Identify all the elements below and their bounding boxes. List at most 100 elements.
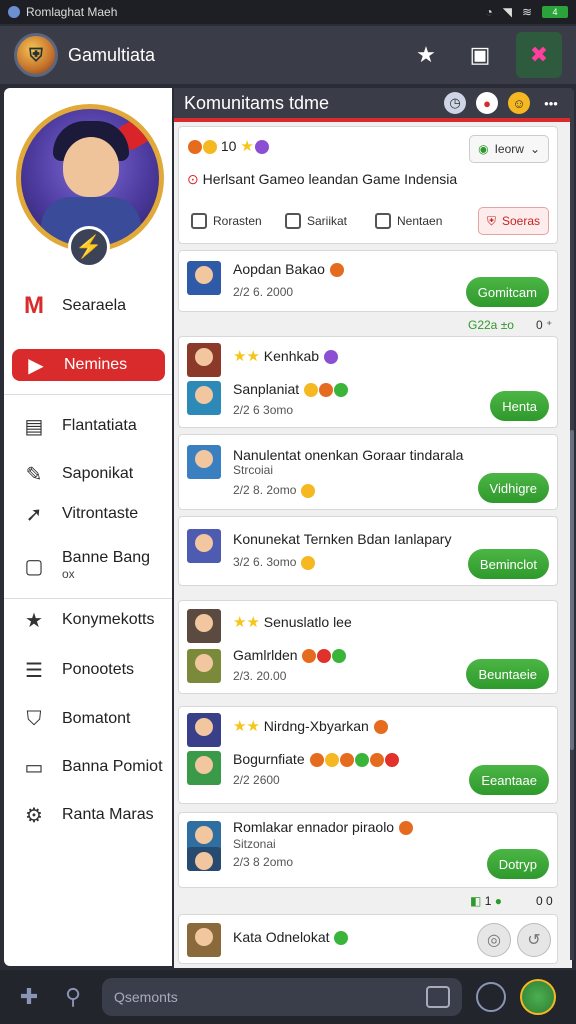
filter-icon: ◉ (478, 142, 489, 156)
sidebar-divider (4, 598, 172, 599)
filter-label: Ieorw (494, 142, 524, 156)
shield-icon: ⛨ (486, 213, 496, 228)
gear-icon: ⚙ (25, 804, 43, 827)
post-subtitle: Bogurnfiate (233, 751, 399, 768)
pokeball-icon[interactable]: ● (476, 92, 498, 114)
post-card[interactable]: Kata Odnelokat ◎ ↺ (178, 914, 558, 964)
sidebar-item-label: Vitrontaste (62, 505, 139, 522)
post-title: Aopdan Bakao (233, 261, 344, 278)
post-card[interactable]: Konunekat Ternken Bdan Ianlapary 3/2 6. … (178, 516, 558, 586)
shirt-icon: ⛉ (26, 707, 42, 730)
user-emoji-icon (188, 140, 202, 155)
star-icon: ★ (240, 138, 254, 155)
post-card[interactable]: ★★ Senuslatlo lee Gamlrlden 2/3. 20.00 B… (178, 600, 558, 694)
post-subtitle: Sanplaniat (233, 381, 349, 398)
lightning-badge-icon: ⚡ (68, 226, 110, 268)
sidebar-item-2[interactable]: ▤ Flantatiata (4, 406, 172, 446)
post-date: 2/3. 20.00 (233, 669, 287, 683)
post-card[interactable]: Romlakar ennador piraolo Sitzonai 2/3 8 … (178, 812, 558, 888)
globe-icon (254, 140, 269, 155)
post-action-button[interactable]: Beminclot (467, 549, 549, 579)
post-date: 2/3 8 2omo (233, 855, 294, 869)
post-title: Konunekat Ternken Bdan Ianlapary (233, 531, 452, 547)
status-app-name: Romlaghat Maeh (26, 5, 118, 19)
tab-label: Rorasten (213, 214, 262, 228)
search-icon[interactable]: ⚲ (58, 982, 88, 1012)
sidebar-item-3[interactable]: ✎ Saponikat (4, 454, 172, 494)
reply-icon[interactable]: ↺ (517, 923, 551, 957)
emoji-icon[interactable]: ☺ (508, 92, 530, 114)
alarm-icon: ◔ (485, 5, 493, 19)
sidebar-item-10[interactable]: ⚙ Ranta Maras (4, 795, 172, 835)
sidebar-item-label: Flantatiata (62, 417, 137, 434)
sidebar-item-6[interactable]: ★ Konymekotts (4, 600, 172, 640)
post-title: Nanulentat onenkan Goraar tindarala (233, 447, 464, 463)
app-logo-icon: ⛨ (14, 33, 58, 77)
app-bar: ⛨ Gamultiata ★ ▣ ✖ (0, 26, 576, 84)
soeras-button[interactable]: ⛨ Soeras (477, 207, 549, 235)
bottom-bar: ✚ ⚲ Qsemonts (0, 970, 576, 1024)
close-x-icon[interactable]: ✖ (516, 32, 562, 78)
more-options-icon[interactable]: ••• (540, 92, 562, 114)
post-action-button[interactable]: Henta (490, 391, 549, 421)
calendar-icon[interactable]: ▣ (462, 37, 498, 73)
sidebar-item-8[interactable]: ⛉ Bomatont (4, 699, 172, 739)
sidebar-item-label: Bomatont (62, 710, 131, 727)
post-title: ★★ Kenhkab (233, 347, 338, 365)
post-thumbnail (187, 445, 221, 479)
filter-dropdown[interactable]: ◉ Ieorw ⌄ (469, 135, 549, 163)
tab-rorasten[interactable]: Rorasten (183, 207, 270, 235)
image-icon (375, 213, 391, 229)
sidebar-item-label: Searaela (62, 297, 127, 314)
post-action-button[interactable]: Beuntaeie (466, 659, 549, 689)
post-action-button[interactable]: Eeantaae (469, 765, 549, 795)
add-icon[interactable]: ✚ (14, 982, 44, 1012)
tab-nentaen[interactable]: Nentaen (367, 207, 450, 235)
post-action-button[interactable]: Gomitcam (465, 277, 549, 307)
meta-top-right: 0 ⁺ (536, 318, 553, 332)
post-card[interactable]: Aopdan Bakao 2/2 6. 2000 Gomitcam (178, 250, 558, 312)
tab-sariikat[interactable]: Sariikat (277, 207, 355, 235)
tag-icon: ▶ (28, 354, 44, 377)
sidebar-item-label: Saponikat (62, 465, 134, 482)
post-card[interactable]: ★★ Nirdng‑Xbyarkan Bogurnfiate 2/2 2600 … (178, 706, 558, 804)
post-thumbnail (187, 609, 221, 643)
post-title: Kata Odnelokat (233, 929, 349, 946)
meta-bottom-right: 0 0 (536, 894, 553, 908)
sidebar-item-1[interactable]: ▶ Nemines (12, 349, 165, 381)
sidebar-item-0[interactable]: M Searaela (4, 286, 172, 326)
post-action-button[interactable]: Dotryp (486, 849, 549, 879)
favorites-star-icon[interactable]: ★ (408, 37, 444, 73)
compass-icon[interactable]: ◷ (444, 92, 466, 114)
page-title: Komunitams tdme (184, 92, 330, 113)
post-title: ★★ Nirdng‑Xbyarkan (233, 717, 388, 735)
card-icon: ▢ (24, 555, 44, 578)
sidebar-item-7[interactable]: ☰ Ponootets (4, 650, 172, 690)
profile-avatar[interactable] (520, 979, 556, 1015)
post-title: ★★ Senuslatlo lee (233, 614, 352, 631)
scrollbar-thumb[interactable] (570, 430, 574, 750)
search-input[interactable]: Qsemonts (102, 978, 462, 1016)
sidebar-item-9[interactable]: ▭ Banna Pomiot (4, 747, 172, 787)
post-card[interactable]: ★★ Kenhkab Sanplaniat 2/2 6 3omo Henta (178, 336, 558, 428)
sidebar-item-label: Ranta Maras (62, 806, 154, 823)
status-bar: Romlaghat Maeh ◔ ◥ ≋ 4 (0, 0, 576, 24)
sidebar-item-4[interactable]: ➚ Vitrontaste (4, 494, 172, 534)
meta-bottom-left: ◧ 1 ● (470, 894, 502, 908)
post-action-button[interactable]: Vidhigre (477, 473, 549, 503)
member-count: 10 (220, 138, 237, 154)
star-icon: ★ (25, 609, 43, 632)
post-thumbnail (187, 847, 221, 871)
emoji-picker-icon[interactable] (476, 982, 506, 1012)
meta-top: G22a ±o (468, 318, 514, 332)
post-card[interactable]: Nanulentat onenkan Goraar tindarala Strc… (178, 434, 558, 510)
refresh-icon[interactable]: ◎ (477, 923, 511, 957)
image-search-icon[interactable] (426, 986, 450, 1008)
bookmark-icon (285, 213, 301, 229)
screen-icon: ▭ (24, 756, 44, 779)
info-icon: ⊙ (187, 171, 199, 187)
sidebar-item-5[interactable]: ▢ Banne Bang ox (4, 544, 172, 588)
pen-icon: ✎ (25, 463, 43, 486)
signal-icon: ◥ (502, 5, 512, 19)
sidebar-divider (4, 394, 172, 395)
